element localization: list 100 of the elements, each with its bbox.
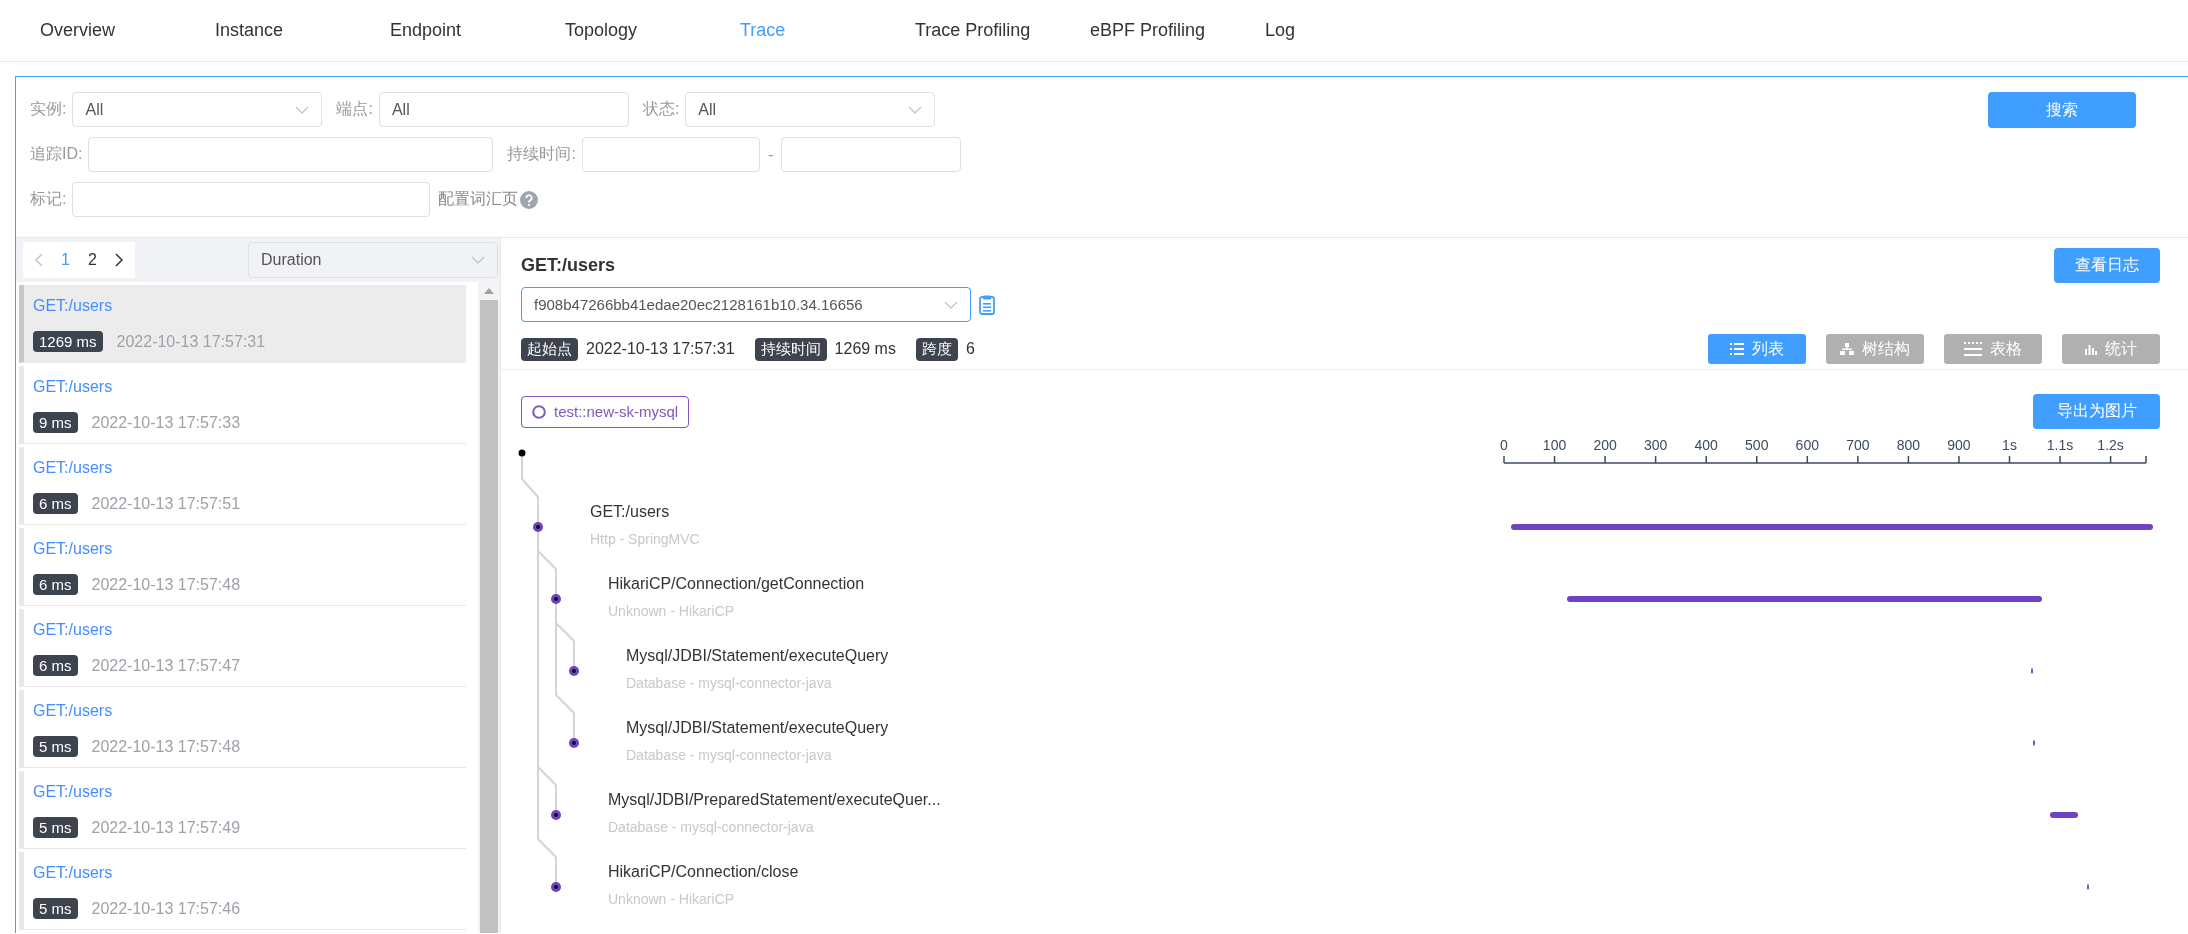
scrollbar-thumb[interactable] bbox=[480, 300, 498, 933]
axis-tick-label: 1s bbox=[2002, 437, 2017, 453]
trace-list-item[interactable]: GET:/users 6 ms 2022-10-13 17:57:47 bbox=[19, 609, 466, 687]
chevron-down-icon bbox=[471, 256, 485, 264]
nav-tab[interactable]: Topology bbox=[565, 20, 740, 41]
trace-id-input[interactable] bbox=[88, 137, 494, 172]
duration-badge: 1269 ms bbox=[33, 331, 103, 352]
duration-badge: 6 ms bbox=[33, 655, 78, 676]
trace-time: 2022-10-13 17:57:51 bbox=[91, 494, 241, 513]
trace-time: 2022-10-13 17:57:31 bbox=[116, 332, 266, 351]
meta-label: 持续时间 bbox=[754, 337, 827, 361]
meta-value: 6 bbox=[965, 340, 975, 358]
trace-endpoint: GET:/users bbox=[33, 783, 114, 802]
trace-endpoint: GET:/users bbox=[33, 702, 114, 721]
trace-endpoint: GET:/users bbox=[33, 540, 114, 559]
span-name[interactable]: HikariCP/Connection/getConnection bbox=[608, 575, 1488, 597]
trace-list-item[interactable]: GET:/users 9 ms 2022-10-13 17:57:33 bbox=[19, 366, 466, 444]
axis-tick-label: 900 bbox=[1947, 437, 1971, 453]
field-label: 端点: bbox=[336, 99, 373, 119]
scroll-up-icon[interactable] bbox=[484, 288, 494, 294]
scrollbar-track[interactable] bbox=[478, 282, 500, 933]
axis-tick-label: 400 bbox=[1694, 437, 1718, 453]
span-name[interactable]: Mysql/JDBI/PreparedStatement/executeQuer... bbox=[608, 791, 1488, 813]
nav-tab[interactable]: Endpoint bbox=[390, 20, 565, 41]
trace-id-select[interactable]: f908b47266bb41edae20ec2128161b10.34.16656 bbox=[521, 287, 971, 322]
meta-label: 跨度 bbox=[915, 337, 958, 361]
field-label: 实例: bbox=[30, 99, 67, 119]
duration-badge: 6 ms bbox=[33, 493, 78, 514]
field-label: 状态: bbox=[642, 99, 680, 119]
field-label: 持续时间: bbox=[507, 144, 576, 164]
duration-badge: 6 ms bbox=[33, 574, 78, 595]
chevron-left-icon[interactable] bbox=[35, 253, 43, 267]
axis-tick-label: 100 bbox=[1542, 437, 1567, 453]
chevron-right-icon[interactable] bbox=[114, 253, 123, 267]
span-name[interactable]: Mysql/JDBI/Statement/executeQuery bbox=[626, 719, 1488, 741]
meta-value: 1269 ms bbox=[834, 340, 896, 358]
meta-label: 起始点 bbox=[521, 337, 578, 361]
circle-icon bbox=[532, 404, 546, 419]
trace-title: GET:/users bbox=[521, 255, 616, 276]
trace-time: 2022-10-13 17:57:48 bbox=[91, 575, 241, 594]
trace-time: 2022-10-13 17:57:46 bbox=[91, 899, 241, 918]
field-label: 追踪ID: bbox=[30, 144, 83, 164]
tags-input[interactable] bbox=[72, 182, 431, 217]
duration-badge: 5 ms bbox=[33, 736, 78, 757]
trace-list-item[interactable]: GET:/users 6 ms 2022-10-13 17:57:48 bbox=[19, 528, 466, 606]
trace-endpoint: GET:/users bbox=[33, 297, 114, 316]
help-icon[interactable] bbox=[520, 190, 539, 209]
nav-tab[interactable]: Log bbox=[1265, 20, 1440, 41]
span-name[interactable]: Mysql/JDBI/Statement/executeQuery bbox=[626, 647, 1488, 669]
nav-tab[interactable]: Instance bbox=[215, 20, 390, 41]
range-separator: - bbox=[767, 145, 774, 164]
vocabulary-link[interactable]: 配置词汇页 bbox=[438, 189, 519, 210]
span-name[interactable]: HikariCP/Connection/close bbox=[608, 863, 1488, 885]
meta-value: 2022-10-13 17:57:31 bbox=[586, 340, 735, 358]
service-name: test::new-sk-mysql bbox=[554, 403, 679, 421]
table-icon bbox=[1964, 342, 1982, 356]
trace-endpoint: GET:/users bbox=[33, 621, 114, 640]
trace-endpoint: GET:/users bbox=[33, 864, 114, 883]
axis-tick-label: 1.2s bbox=[2097, 437, 2124, 453]
axis-tick-label: 700 bbox=[1846, 437, 1870, 453]
trace-endpoint: GET:/users bbox=[33, 459, 114, 478]
trace-list-item[interactable]: GET:/users 5 ms 2022-10-13 17:57:49 bbox=[19, 771, 466, 849]
nav-tab[interactable]: Overview bbox=[40, 20, 215, 41]
instance-select[interactable]: All bbox=[72, 92, 323, 127]
status-select[interactable]: All bbox=[685, 92, 936, 127]
chevron-down-icon bbox=[944, 300, 958, 309]
trace-list-item[interactable]: GET:/users 5 ms 2022-10-13 17:57:46 bbox=[19, 852, 466, 930]
max-duration-input[interactable] bbox=[781, 137, 962, 172]
clipboard-icon[interactable] bbox=[979, 294, 995, 315]
list-icon bbox=[1730, 343, 1744, 355]
tree-icon bbox=[1840, 343, 1854, 355]
axis-tick-label: 300 bbox=[1643, 437, 1668, 453]
trace-list-item[interactable]: GET:/users 6 ms 2022-10-13 17:57:51 bbox=[19, 447, 466, 525]
trace-time: 2022-10-13 17:57:48 bbox=[91, 737, 241, 756]
axis-tick-label: 0 bbox=[1500, 437, 1508, 453]
trace-list-item[interactable]: GET:/users 1269 ms 2022-10-13 17:57:31 bbox=[19, 285, 466, 363]
axis-tick-label: 1.1s bbox=[2046, 437, 2074, 453]
trace-time: 2022-10-13 17:57:47 bbox=[91, 656, 241, 675]
nav-tab[interactable]: Trace Profiling bbox=[915, 20, 1090, 41]
trace-list-item[interactable]: GET:/users 5 ms 2022-10-13 17:57:48 bbox=[19, 690, 466, 768]
bar-chart-icon bbox=[2085, 343, 2097, 355]
span-name[interactable]: GET:/users bbox=[590, 503, 1488, 525]
nav-tab[interactable]: eBPF Profiling bbox=[1090, 20, 1265, 41]
endpoint-input[interactable]: All bbox=[378, 92, 629, 127]
page-number[interactable]: 2 bbox=[87, 251, 97, 269]
duration-badge: 5 ms bbox=[33, 898, 78, 919]
trace-time: 2022-10-13 17:57:49 bbox=[91, 818, 241, 837]
axis-tick-label: 200 bbox=[1593, 437, 1617, 453]
chevron-down-icon bbox=[908, 105, 923, 114]
axis-tick-label: 500 bbox=[1745, 437, 1769, 453]
trace-endpoint: GET:/users bbox=[33, 378, 114, 397]
duration-badge: 5 ms bbox=[33, 817, 78, 838]
sort-select[interactable]: Duration bbox=[248, 242, 498, 278]
chevron-down-icon bbox=[295, 105, 310, 114]
axis-tick-label: 800 bbox=[1896, 437, 1921, 453]
min-duration-input[interactable] bbox=[581, 137, 760, 172]
field-label: 标记: bbox=[30, 189, 67, 209]
axis-tick-label: 600 bbox=[1795, 437, 1819, 453]
trace-time: 2022-10-13 17:57:33 bbox=[91, 413, 241, 432]
duration-badge: 9 ms bbox=[33, 412, 78, 433]
